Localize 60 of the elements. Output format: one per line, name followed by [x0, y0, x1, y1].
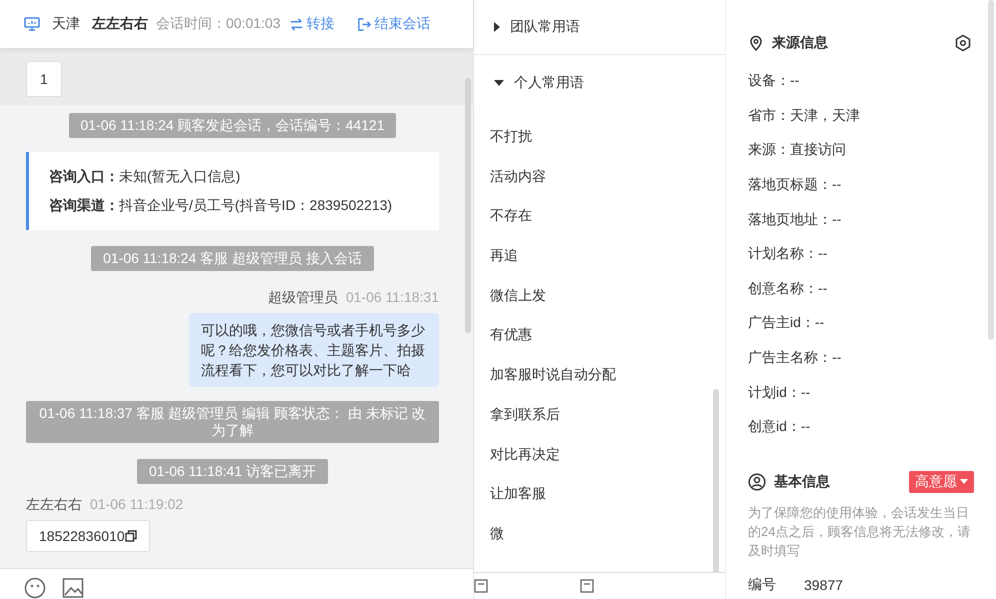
phrase-item[interactable]: 不存在: [490, 196, 725, 236]
section-title: 来源信息: [772, 34, 829, 52]
scrollbar-thumb[interactable]: [713, 389, 719, 572]
info-value: 抖音企业号/员工号(抖音号ID：2839502213): [119, 197, 392, 213]
scrollbar-thumb[interactable]: [465, 78, 471, 333]
info-field: 落地页标题：--: [748, 176, 842, 194]
system-notice: 01-06 11:18:37 客服 超级管理员 编辑 顾客状态： 由 未标记 改为了解: [26, 401, 439, 443]
monitor-icon: [24, 16, 40, 32]
sender-name: 左左右右: [26, 496, 82, 514]
system-notice: 01-06 11:18:24 客服 超级管理员 接入会话: [91, 246, 374, 271]
visitor-name: 左左右右: [92, 15, 148, 33]
info-field: 广告主id：--: [748, 314, 824, 332]
message-time: 01-06 11:18:31: [346, 289, 439, 307]
field-value: 39877: [804, 576, 843, 593]
sender-name: 超级管理员: [268, 289, 338, 307]
phrase-item[interactable]: 微信上发: [490, 276, 725, 316]
info-label: 咨询渠道：: [49, 197, 119, 213]
visitor-city: 天津: [52, 15, 80, 33]
message-bubble: 可以的哦，您微信号或者手机号多少呢？给您发价格表、主题客片、拍摄流程看下，您可以对比了解一下哈: [189, 313, 439, 387]
info-field: 省市：天津，天津: [748, 106, 860, 125]
phrase-group-header[interactable]: 团队常用语: [474, 0, 725, 55]
session-duration: 会话时间：00:01:03: [156, 15, 280, 33]
system-notice: 01-06 11:18:41 访客已离开: [136, 459, 328, 484]
scrollbar-thumb[interactable]: [988, 0, 994, 340]
phrase-group-header[interactable]: 个人常用语: [474, 55, 725, 111]
phrase-item[interactable]: 拿到联系后: [490, 394, 725, 434]
info-field: 落地页地址：--: [748, 210, 842, 229]
intent-tag[interactable]: 高意愿: [909, 470, 974, 493]
section-title: 基本信息: [774, 472, 831, 491]
info-field: 计划名称：--: [748, 245, 828, 264]
info-field: 创意名称：--: [748, 280, 828, 298]
info-field: 创意id：--: [748, 418, 810, 436]
message-bubble: 18522836010: [26, 520, 150, 552]
info-field: 广告主名称：--: [748, 349, 842, 368]
exit-icon: [356, 16, 372, 32]
phrase-item[interactable]: 微: [490, 514, 725, 554]
phrase-item[interactable]: 不打扰: [490, 117, 725, 157]
phrase-item[interactable]: 再追: [490, 236, 725, 276]
phrase-item[interactable]: 加客服时说自动分配: [490, 355, 725, 395]
emoji-icon[interactable]: [24, 577, 46, 599]
info-label: 咨询入口：: [49, 168, 119, 184]
phrase-item[interactable]: 活动内容: [490, 156, 725, 196]
phrase-item[interactable]: 有优惠: [490, 315, 725, 356]
swap-arrows-icon: [288, 16, 304, 32]
message-time: 01-06 11:19:02: [90, 496, 184, 514]
copy-icon[interactable]: [124, 530, 137, 542]
location-pin-icon: [748, 35, 764, 51]
info-field: 计划id：--: [748, 384, 810, 402]
field-label: 编号: [748, 576, 777, 594]
info-value: 未知(暂无入口信息): [119, 168, 240, 184]
image-icon[interactable]: [62, 577, 84, 599]
message-bubble: 1: [26, 61, 62, 97]
user-icon: [748, 472, 766, 491]
info-field: 设备：--: [748, 72, 800, 90]
settings-icon[interactable]: [954, 34, 972, 52]
info-field: 来源：直接访问: [748, 141, 846, 160]
system-notice: 01-06 11:18:24 顾客发起会话，会话编号：44121: [68, 113, 396, 138]
info-note: 为了保障您的使用体验，会话发生当日的24点之后，顾客信息将无法修改，请及时填写: [748, 504, 972, 560]
phrase-item[interactable]: 让加客服: [490, 474, 725, 514]
phrase-item[interactable]: 对比再决定: [490, 434, 725, 474]
